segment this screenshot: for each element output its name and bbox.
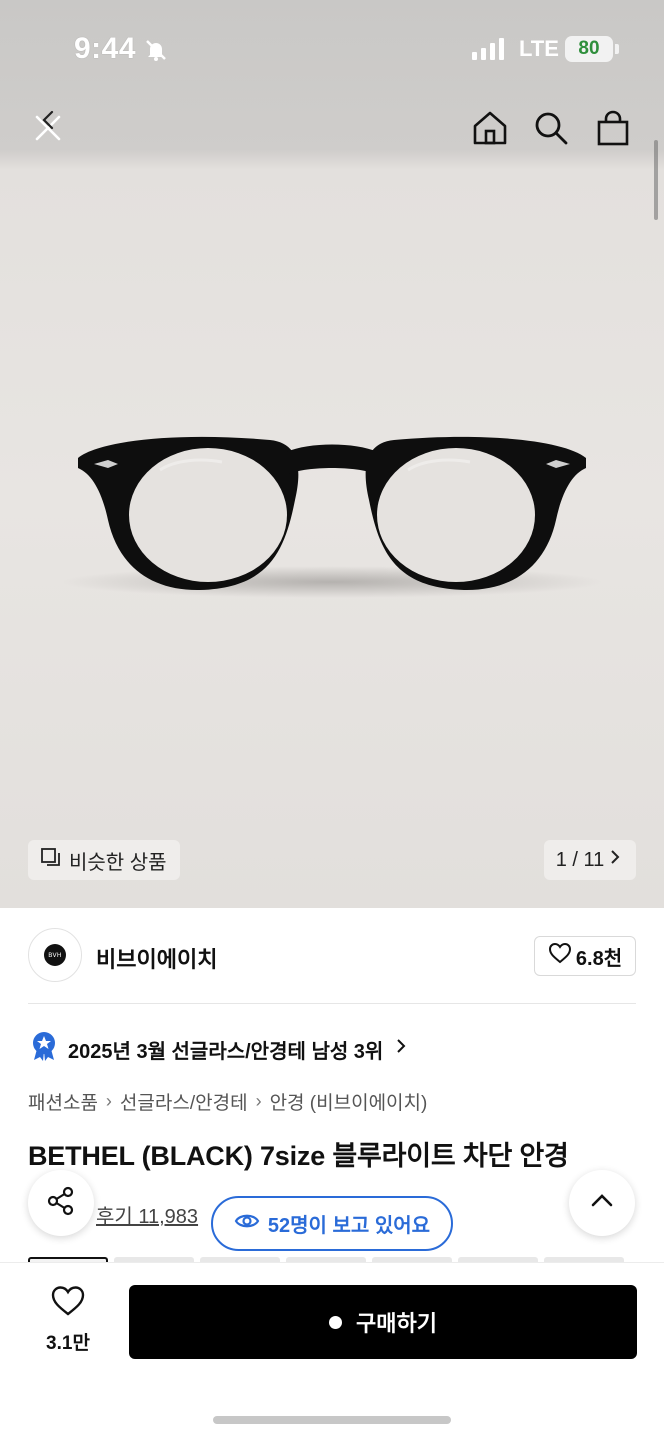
bottom-action-bar: 3.1만 구매하기 — [0, 1263, 664, 1440]
eye-icon — [234, 1211, 260, 1237]
chevron-right-icon — [393, 1037, 409, 1061]
network-type: LTE — [519, 36, 559, 61]
status-bar: 9:44 LTE 80 — [0, 0, 664, 96]
live-viewers-badge: 52명이 보고 있어요 — [211, 1196, 453, 1251]
brand-like-button[interactable]: 6.8천 — [534, 936, 636, 976]
back-close-icon[interactable] — [24, 104, 72, 152]
similar-products-label: 비슷한 상품 — [69, 851, 167, 874]
breadcrumb: 패션소품 › 선글라스/안경테 › 안경 (비브이에이치) — [28, 1088, 427, 1115]
top-nav — [0, 96, 664, 160]
ranking-text: 2025년 3월 선글라스/안경테 남성 3위 — [68, 1040, 384, 1063]
divider — [28, 1003, 636, 1004]
home-icon[interactable] — [466, 104, 514, 152]
review-link[interactable]: 후기 11,983 — [96, 1200, 198, 1229]
chevron-right-icon — [606, 848, 624, 872]
battery-indicator: 80 — [565, 36, 613, 62]
scrollbar-thumb[interactable] — [654, 140, 658, 220]
wishlist-count: 3.1만 — [46, 1333, 90, 1354]
product-image-gallery[interactable]: 9:44 LTE 80 비슷한 상품 1 / 11 — [0, 0, 664, 908]
ranking-link[interactable]: 2025년 3월 선글라스/안경테 남성 3위 — [30, 1031, 409, 1067]
breadcrumb-item[interactable]: 선글라스/안경테 — [120, 1088, 248, 1115]
breadcrumb-item[interactable]: 패션소품 — [28, 1088, 98, 1115]
breadcrumb-separator: › — [105, 1091, 112, 1111]
shopping-bag-icon[interactable] — [589, 104, 637, 152]
heart-icon — [50, 1285, 86, 1322]
brand-like-count: 6.8천 — [575, 947, 623, 970]
breadcrumb-separator: › — [255, 1091, 262, 1111]
share-button[interactable] — [28, 1170, 94, 1236]
product-title: BETHEL (BLACK) 7size 블루라이트 차단 안경 — [28, 1141, 569, 1171]
brand-name[interactable]: 비브이에이치 — [96, 942, 217, 974]
buy-button[interactable]: 구매하기 — [129, 1285, 637, 1359]
buy-dot — [329, 1315, 343, 1329]
buy-button-label: 구매하기 — [356, 1311, 437, 1336]
breadcrumb-item[interactable]: 안경 (비브이에이치) — [270, 1088, 428, 1115]
wishlist-button[interactable]: 3.1만 — [28, 1285, 108, 1365]
similar-products-button[interactable]: 비슷한 상품 — [28, 840, 180, 880]
battery-cap — [615, 44, 619, 54]
ranking-medal-icon — [30, 1031, 58, 1067]
product-image-glasses — [62, 436, 602, 598]
live-viewers-text: 52명이 보고 있어요 — [267, 1215, 431, 1237]
share-icon — [45, 1185, 77, 1222]
image-counter-button[interactable]: 1 / 11 — [544, 840, 636, 880]
scroll-to-top-button[interactable] — [569, 1170, 635, 1236]
status-time: 9:44 — [74, 32, 137, 65]
home-indicator[interactable] — [213, 1416, 451, 1424]
brand-logo-mark: BVH — [44, 944, 66, 966]
heart-icon — [548, 942, 572, 970]
search-icon[interactable] — [527, 104, 575, 152]
bell-slash-icon — [144, 38, 168, 67]
image-counter: 1 / 11 — [555, 848, 605, 871]
cellular-signal-icon — [472, 38, 508, 65]
brand-logo[interactable]: BVH — [28, 928, 82, 982]
similar-items-icon — [40, 846, 62, 874]
svg-text:BVH: BVH — [48, 952, 61, 959]
chevron-up-icon — [588, 1187, 616, 1220]
brand-row[interactable]: BVH 비브이에이치 6.8천 — [28, 928, 636, 986]
